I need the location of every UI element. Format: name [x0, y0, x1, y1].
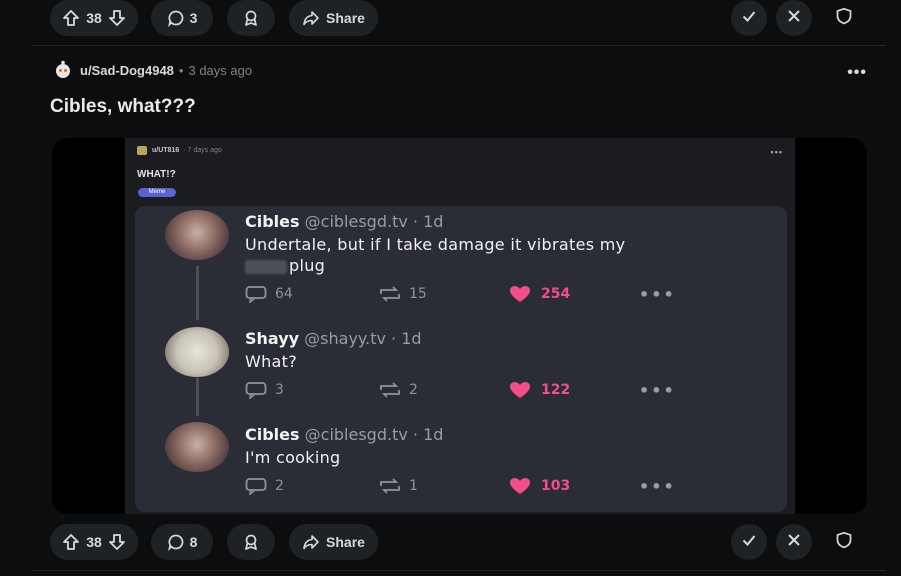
- approve-button[interactable]: [731, 524, 767, 560]
- reply-stat: 3: [245, 381, 284, 399]
- remove-button[interactable]: [776, 524, 812, 560]
- share-icon: [302, 9, 320, 27]
- embedded-more-icon: •••: [770, 147, 783, 157]
- award-button[interactable]: [227, 524, 275, 560]
- award-button[interactable]: [227, 0, 275, 36]
- share-label: Share: [326, 10, 365, 26]
- user-avatar[interactable]: [52, 59, 74, 81]
- divider: [33, 45, 886, 46]
- upvote-icon[interactable]: [62, 9, 80, 27]
- downvote-icon[interactable]: [108, 9, 126, 27]
- vote-count: 38: [86, 10, 102, 26]
- tweet-more-icon: •••: [639, 476, 676, 496]
- censor-blur: [245, 259, 287, 274]
- reply-icon: [245, 382, 267, 399]
- mod-shield-button[interactable]: [826, 0, 862, 36]
- tweet-handle: @ciblesgd.tv · 1d: [304, 212, 444, 231]
- tweet-handle: @shayy.tv · 1d: [304, 329, 422, 348]
- mod-shield-button[interactable]: [826, 524, 862, 560]
- embedded-screenshot: u/UT816 · 7 days ago ••• WHAT!? Meme Cib…: [125, 138, 795, 514]
- like-stat: 254: [509, 285, 570, 303]
- vote-control: 38: [50, 0, 138, 36]
- more-options-button[interactable]: •••: [847, 64, 867, 82]
- embedded-sub-icon: [137, 146, 147, 155]
- remove-button[interactable]: [776, 0, 812, 36]
- thread-line: [196, 266, 199, 320]
- comments-button[interactable]: 3: [151, 0, 213, 36]
- tweet-text: What?: [245, 352, 298, 371]
- bottom-action-bar: 38 8 Share: [50, 524, 901, 562]
- reply-icon: [245, 478, 267, 495]
- tweet-text: Undertale, but if I take damage it vibra…: [245, 235, 626, 254]
- tweet-text: I'm cooking: [245, 448, 341, 467]
- approve-button[interactable]: [731, 0, 767, 36]
- award-icon: [242, 9, 260, 27]
- comments-button[interactable]: 8: [151, 524, 213, 560]
- reply-stat: 2: [245, 477, 284, 495]
- tweet-name: Shayy: [245, 329, 300, 348]
- separator-dot: •: [178, 62, 184, 78]
- comment-icon: [167, 533, 185, 551]
- tweet-name: Cibles: [245, 425, 300, 444]
- like-stat: 103: [509, 477, 570, 495]
- heart-icon: [510, 286, 530, 302]
- vote-control: 38: [50, 524, 138, 560]
- tweet-more-icon: •••: [639, 380, 676, 400]
- tweet-handle: @ciblesgd.tv · 1d: [304, 425, 444, 444]
- tweet: Cibles @ciblesgd.tv · 1d Undertale, but …: [245, 212, 625, 276]
- like-stat: 122: [509, 381, 570, 399]
- heart-icon: [510, 478, 530, 494]
- upvote-icon[interactable]: [62, 533, 80, 551]
- comment-count: 3: [189, 10, 198, 26]
- tweet-avatar: [165, 327, 229, 377]
- tweet: Cibles @ciblesgd.tv · 1d I'm cooking: [245, 425, 443, 468]
- retweet-icon: [380, 478, 400, 494]
- embedded-time: · 7 days ago: [183, 147, 222, 154]
- retweet-stat: 2: [379, 381, 418, 399]
- post-time: 3 days ago: [188, 62, 253, 78]
- heart-icon: [510, 382, 530, 398]
- tweet-thread-card: Cibles @ciblesgd.tv · 1d Undertale, but …: [135, 206, 787, 512]
- divider: [33, 570, 886, 571]
- check-icon: [740, 7, 758, 30]
- embedded-author: u/UT816: [152, 147, 180, 154]
- shield-icon: [835, 7, 853, 30]
- share-button[interactable]: Share: [289, 524, 378, 560]
- embedded-title: WHAT!?: [137, 169, 176, 180]
- tweet: Shayy @shayy.tv · 1d What?: [245, 329, 422, 372]
- reply-icon: [245, 286, 267, 303]
- post-author[interactable]: u/Sad-Dog4948: [80, 63, 174, 78]
- award-icon: [242, 533, 260, 551]
- tweet-more-icon: •••: [639, 284, 676, 304]
- share-button[interactable]: Share: [289, 0, 378, 36]
- post-title[interactable]: Cibles, what???: [50, 96, 196, 118]
- embedded-author-row: u/UT816 · 7 days ago: [137, 146, 222, 155]
- comment-count: 8: [189, 534, 198, 550]
- thread-line: [196, 378, 199, 416]
- post-media[interactable]: u/UT816 · 7 days ago ••• WHAT!? Meme Cib…: [52, 138, 867, 514]
- close-icon: [785, 531, 803, 554]
- close-icon: [785, 7, 803, 30]
- check-icon: [740, 531, 758, 554]
- post-author-row: u/Sad-Dog4948 • 3 days ago: [52, 59, 252, 81]
- embedded-flair: Meme: [138, 188, 176, 197]
- vote-count: 38: [86, 534, 102, 550]
- comment-icon: [167, 9, 185, 27]
- retweet-icon: [380, 382, 400, 398]
- top-action-bar: 38 3 Share: [50, 0, 901, 38]
- retweet-stat: 1: [379, 477, 418, 495]
- tweet-name: Cibles: [245, 212, 300, 231]
- shield-icon: [835, 531, 853, 554]
- reply-stat: 64: [245, 285, 293, 303]
- tweet-avatar: [165, 422, 229, 472]
- share-icon: [302, 533, 320, 551]
- retweet-icon: [380, 286, 400, 302]
- retweet-stat: 15: [379, 285, 427, 303]
- share-label: Share: [326, 534, 365, 550]
- downvote-icon[interactable]: [108, 533, 126, 551]
- tweet-avatar: [165, 210, 229, 260]
- tweet-text: plug: [289, 256, 326, 275]
